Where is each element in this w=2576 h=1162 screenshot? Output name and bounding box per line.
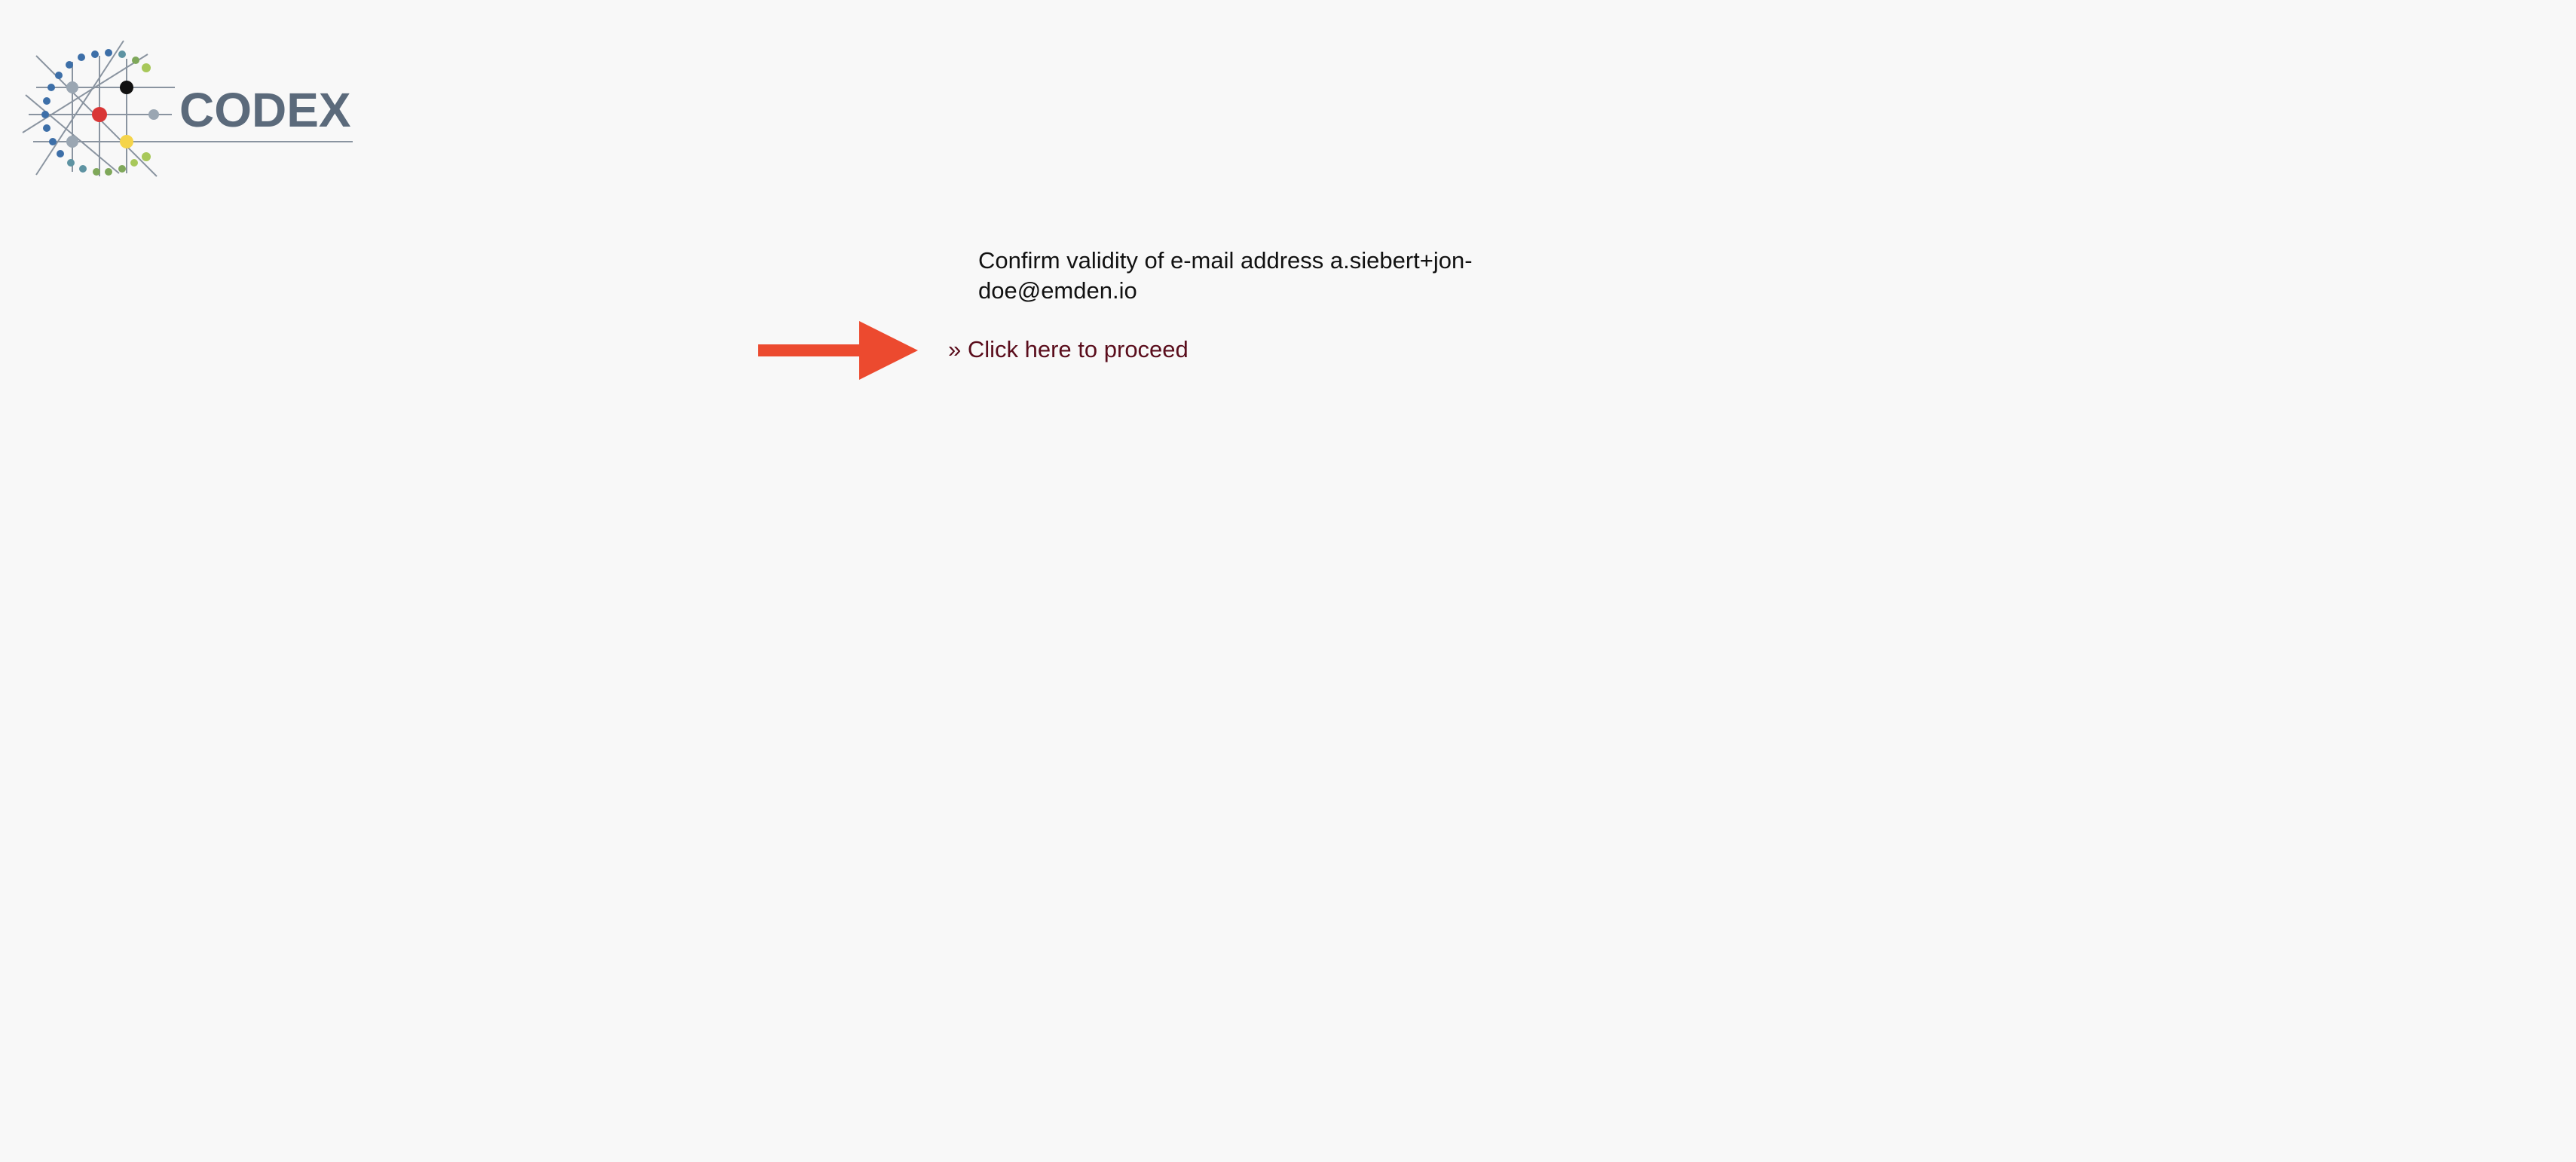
codex-logo: CODEX — [21, 33, 360, 184]
proceed-link[interactable]: » Click here to proceed — [948, 335, 1189, 365]
right-arrow-icon — [758, 321, 918, 380]
logo-wordmark: CODEX — [179, 83, 351, 137]
confirmation-message: Confirm validity of e-mail address a.sie… — [978, 247, 1473, 304]
